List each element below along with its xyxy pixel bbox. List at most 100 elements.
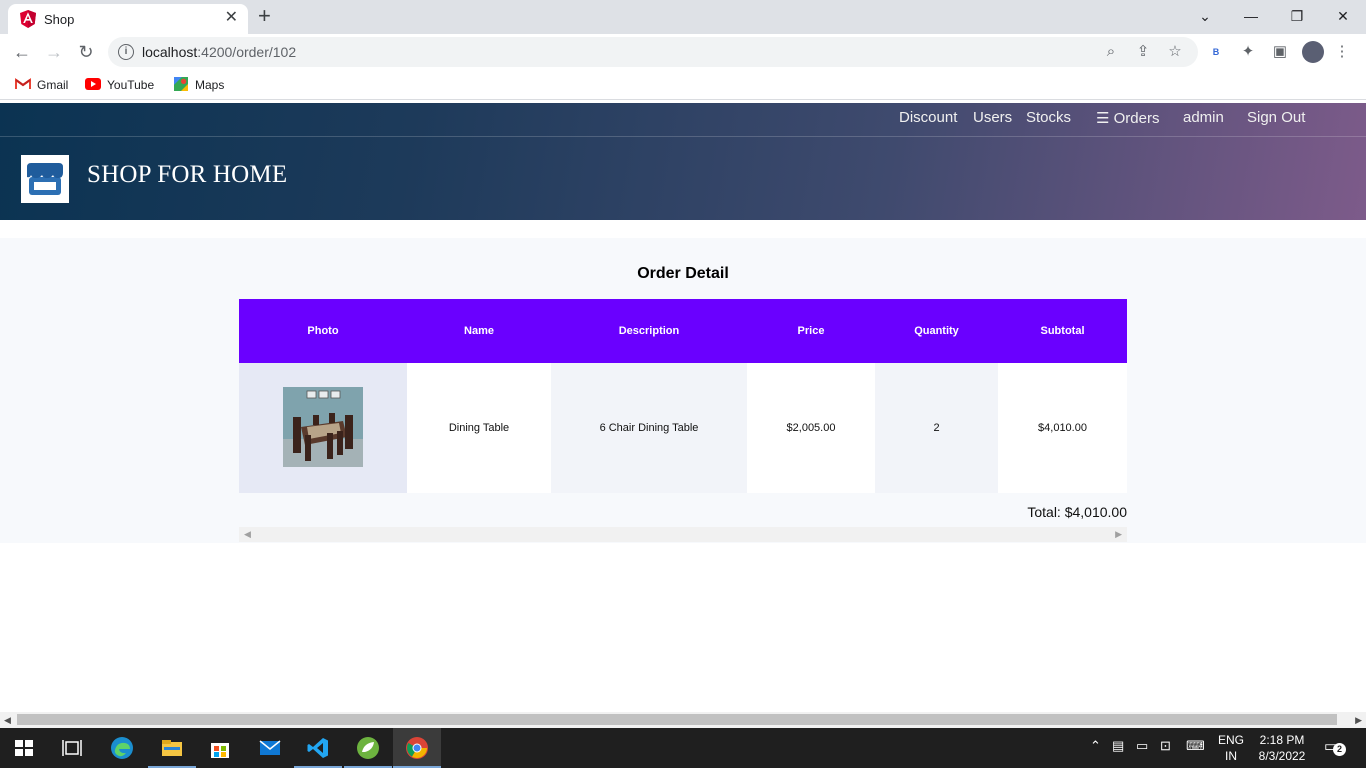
order-total: Total: $4,010.00: [1027, 504, 1127, 520]
url-host: localhost: [142, 44, 198, 60]
column-header-subtotal: Subtotal: [1040, 325, 1085, 337]
region-code: IN: [1225, 749, 1237, 763]
bookmark-label: Gmail: [37, 78, 69, 92]
language-indicator[interactable]: ENG IN: [1214, 732, 1248, 764]
tab-close-icon[interactable]: ✕: [225, 10, 238, 26]
column-header-photo: Photo: [307, 325, 339, 337]
bookmark-gmail[interactable]: Gmail: [15, 77, 68, 92]
address-bar[interactable]: i localhost:4200/order/102 ⌕ ⇪ ☆: [108, 37, 1198, 67]
store-logo[interactable]: [21, 155, 69, 203]
order-detail-section: Order Detail Photo Name Description Pric…: [0, 238, 1366, 543]
battery-saver-icon[interactable]: ▤: [1112, 738, 1124, 754]
browser-tab[interactable]: Shop ✕: [8, 4, 248, 34]
scroll-right-icon[interactable]: ▶: [1115, 527, 1122, 542]
reload-icon[interactable]: ↻: [74, 40, 98, 64]
page-scroll-left-icon[interactable]: ◀: [4, 712, 11, 728]
show-hidden-icons[interactable]: ⌃: [1090, 738, 1101, 754]
spring-icon: [357, 737, 379, 759]
new-tab-button[interactable]: +: [258, 5, 271, 27]
site-info-icon[interactable]: i: [118, 44, 134, 60]
taskbar-spring-tools[interactable]: [344, 728, 392, 768]
minimize-icon[interactable]: —: [1236, 4, 1266, 28]
site-header: Discount Users Stocks ☰ Orders admin Sig…: [0, 103, 1366, 220]
nav-users[interactable]: Users: [973, 109, 1012, 126]
task-view-button[interactable]: [48, 728, 96, 768]
cell-subtotal: $4,010.00: [998, 363, 1127, 493]
window-close-icon[interactable]: ✕: [1328, 4, 1358, 28]
taskbar-mail[interactable]: [246, 728, 294, 768]
restore-icon[interactable]: ❐: [1282, 4, 1312, 28]
column-header-quantity: Quantity: [914, 325, 959, 337]
tab-search-icon[interactable]: ⌄: [1190, 4, 1220, 28]
cell-quantity: 2: [875, 363, 998, 493]
bookmark-label: YouTube: [107, 78, 155, 92]
nav-stocks[interactable]: Stocks: [1026, 109, 1071, 126]
cell-description: 6 Chair Dining Table: [551, 363, 747, 493]
taskbar: ⌃ ▤ ▭ ⊡ ⌨ ENG IN 2:18 PM 8/3/2022 ▭ 2: [0, 728, 1366, 768]
storefront-icon: [27, 163, 63, 195]
browser-tab-strip: Shop ✕ + ⌄ — ❐ ✕: [0, 0, 1366, 34]
vscode-icon: [307, 738, 328, 758]
page-scroll-right-icon[interactable]: ▶: [1355, 712, 1362, 728]
nav-discount[interactable]: Discount: [899, 109, 957, 126]
brand-name[interactable]: SHOP FOR HOME: [87, 161, 287, 189]
notifications-button[interactable]: ▭ 2: [1324, 737, 1346, 757]
profile-avatar[interactable]: [1302, 41, 1324, 63]
extension-badge[interactable]: B: [1206, 42, 1226, 62]
taskbar-file-explorer[interactable]: [148, 728, 196, 768]
clock-date: 8/3/2022: [1258, 749, 1306, 763]
cell-price: $2,005.00: [747, 363, 875, 493]
scrollbar-thumb[interactable]: [17, 714, 1337, 725]
taskbar-edge[interactable]: [98, 728, 146, 768]
table-header: Photo Name Description Price Quantity Su…: [239, 299, 1127, 363]
keyboard-icon[interactable]: ⌨: [1186, 738, 1205, 754]
extensions-puzzle-icon[interactable]: ✦: [1238, 42, 1258, 62]
taskbar-vscode[interactable]: [294, 728, 342, 768]
angular-icon: [20, 10, 36, 28]
chrome-icon: [406, 737, 428, 759]
notification-count: 2: [1333, 743, 1346, 756]
forward-icon[interactable]: →: [42, 40, 66, 64]
start-button[interactable]: [0, 728, 48, 768]
zoom-icon[interactable]: ⌕: [1101, 42, 1121, 62]
cell-photo: [239, 363, 407, 493]
folder-icon: [162, 740, 182, 756]
task-view-icon: [62, 740, 82, 756]
column-header-description: Description: [618, 325, 680, 337]
page-title: Order Detail: [637, 265, 729, 282]
bookmark-star-icon[interactable]: ☆: [1165, 42, 1185, 62]
nav-sign-out[interactable]: Sign Out: [1247, 109, 1305, 126]
taskbar-chrome[interactable]: [393, 728, 441, 768]
top-nav: Discount Users Stocks ☰ Orders admin Sig…: [0, 103, 1366, 137]
bookmark-maps[interactable]: Maps: [173, 77, 224, 92]
browser-toolbar: ← → ↻ i localhost:4200/order/102 ⌕ ⇪ ☆ B…: [0, 34, 1366, 70]
gmail-icon: [15, 78, 31, 89]
share-icon[interactable]: ⇪: [1133, 42, 1153, 62]
page-horizontal-scrollbar[interactable]: ◀ ▶: [0, 712, 1366, 728]
network-icon[interactable]: ⊡: [1160, 738, 1171, 754]
nav-orders[interactable]: ☰ Orders: [1096, 109, 1159, 127]
scroll-left-icon[interactable]: ◀: [244, 527, 251, 542]
product-photo[interactable]: [283, 387, 363, 467]
url-text[interactable]: localhost:4200/order/102: [142, 44, 296, 60]
nav-admin[interactable]: admin: [1183, 109, 1224, 126]
list-icon: ☰: [1096, 110, 1110, 127]
mail-icon: [259, 740, 281, 755]
taskbar-store[interactable]: [196, 728, 244, 768]
edge-icon: [111, 737, 133, 759]
side-panel-icon[interactable]: ▣: [1270, 42, 1290, 62]
power-icon[interactable]: ▭: [1136, 738, 1148, 754]
chrome-menu-icon[interactable]: ⋮: [1332, 42, 1352, 62]
bookmark-label: Maps: [195, 78, 225, 92]
table-row: Dining Table 6 Chair Dining Table $2,005…: [239, 363, 1127, 493]
page-viewport: Discount Users Stocks ☰ Orders admin Sig…: [0, 101, 1366, 712]
system-clock[interactable]: 2:18 PM 8/3/2022: [1252, 732, 1312, 764]
table-horizontal-scrollbar[interactable]: ◀ ▶: [239, 527, 1127, 542]
bookmark-youtube[interactable]: YouTube: [85, 77, 154, 92]
tab-title: Shop: [44, 12, 75, 27]
url-path: :4200/order/102: [197, 44, 297, 60]
back-icon[interactable]: ←: [10, 40, 34, 64]
maps-icon: [174, 77, 188, 91]
store-icon: [211, 743, 229, 758]
bookmarks-bar: Gmail YouTube Maps: [0, 70, 1366, 100]
